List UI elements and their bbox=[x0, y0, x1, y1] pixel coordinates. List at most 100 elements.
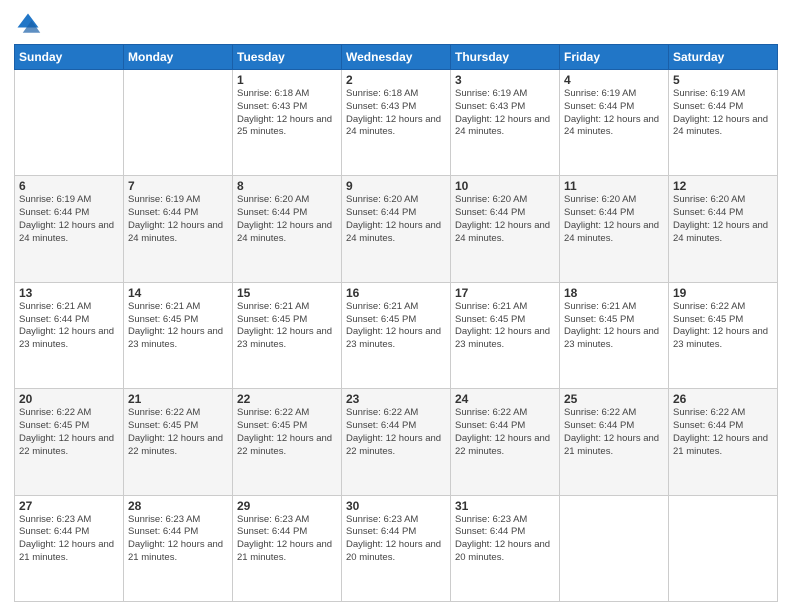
day-number: 27 bbox=[19, 499, 119, 513]
weekday-header-saturday: Saturday bbox=[669, 45, 778, 70]
day-number: 2 bbox=[346, 73, 446, 87]
day-number: 23 bbox=[346, 392, 446, 406]
weekday-header-thursday: Thursday bbox=[451, 45, 560, 70]
day-number: 22 bbox=[237, 392, 337, 406]
day-info: Sunrise: 6:20 AM Sunset: 6:44 PM Dayligh… bbox=[673, 194, 773, 245]
day-info: Sunrise: 6:18 AM Sunset: 6:43 PM Dayligh… bbox=[237, 88, 337, 139]
day-cell bbox=[15, 70, 124, 176]
day-number: 20 bbox=[19, 392, 119, 406]
day-info: Sunrise: 6:23 AM Sunset: 6:44 PM Dayligh… bbox=[19, 514, 119, 565]
day-cell: 27Sunrise: 6:23 AM Sunset: 6:44 PM Dayli… bbox=[15, 495, 124, 601]
week-row-4: 20Sunrise: 6:22 AM Sunset: 6:45 PM Dayli… bbox=[15, 389, 778, 495]
calendar-body: 1Sunrise: 6:18 AM Sunset: 6:43 PM Daylig… bbox=[15, 70, 778, 602]
page: SundayMondayTuesdayWednesdayThursdayFrid… bbox=[0, 0, 792, 612]
day-number: 17 bbox=[455, 286, 555, 300]
day-number: 21 bbox=[128, 392, 228, 406]
day-number: 14 bbox=[128, 286, 228, 300]
day-cell: 17Sunrise: 6:21 AM Sunset: 6:45 PM Dayli… bbox=[451, 282, 560, 388]
day-cell: 29Sunrise: 6:23 AM Sunset: 6:44 PM Dayli… bbox=[233, 495, 342, 601]
day-cell: 4Sunrise: 6:19 AM Sunset: 6:44 PM Daylig… bbox=[560, 70, 669, 176]
day-number: 19 bbox=[673, 286, 773, 300]
day-cell: 25Sunrise: 6:22 AM Sunset: 6:44 PM Dayli… bbox=[560, 389, 669, 495]
day-number: 7 bbox=[128, 179, 228, 193]
day-info: Sunrise: 6:22 AM Sunset: 6:44 PM Dayligh… bbox=[564, 407, 664, 458]
day-number: 8 bbox=[237, 179, 337, 193]
day-info: Sunrise: 6:19 AM Sunset: 6:44 PM Dayligh… bbox=[673, 88, 773, 139]
day-number: 30 bbox=[346, 499, 446, 513]
day-info: Sunrise: 6:22 AM Sunset: 6:45 PM Dayligh… bbox=[237, 407, 337, 458]
day-info: Sunrise: 6:23 AM Sunset: 6:44 PM Dayligh… bbox=[346, 514, 446, 565]
day-info: Sunrise: 6:23 AM Sunset: 6:44 PM Dayligh… bbox=[455, 514, 555, 565]
weekday-header-monday: Monday bbox=[124, 45, 233, 70]
day-info: Sunrise: 6:21 AM Sunset: 6:45 PM Dayligh… bbox=[128, 301, 228, 352]
day-cell: 31Sunrise: 6:23 AM Sunset: 6:44 PM Dayli… bbox=[451, 495, 560, 601]
day-info: Sunrise: 6:19 AM Sunset: 6:44 PM Dayligh… bbox=[128, 194, 228, 245]
day-cell bbox=[560, 495, 669, 601]
day-number: 12 bbox=[673, 179, 773, 193]
day-cell: 22Sunrise: 6:22 AM Sunset: 6:45 PM Dayli… bbox=[233, 389, 342, 495]
day-cell: 16Sunrise: 6:21 AM Sunset: 6:45 PM Dayli… bbox=[342, 282, 451, 388]
day-cell: 10Sunrise: 6:20 AM Sunset: 6:44 PM Dayli… bbox=[451, 176, 560, 282]
day-info: Sunrise: 6:19 AM Sunset: 6:43 PM Dayligh… bbox=[455, 88, 555, 139]
day-cell: 28Sunrise: 6:23 AM Sunset: 6:44 PM Dayli… bbox=[124, 495, 233, 601]
day-info: Sunrise: 6:21 AM Sunset: 6:45 PM Dayligh… bbox=[455, 301, 555, 352]
day-number: 18 bbox=[564, 286, 664, 300]
day-number: 10 bbox=[455, 179, 555, 193]
day-info: Sunrise: 6:22 AM Sunset: 6:45 PM Dayligh… bbox=[128, 407, 228, 458]
day-info: Sunrise: 6:21 AM Sunset: 6:45 PM Dayligh… bbox=[346, 301, 446, 352]
day-number: 31 bbox=[455, 499, 555, 513]
day-info: Sunrise: 6:21 AM Sunset: 6:45 PM Dayligh… bbox=[564, 301, 664, 352]
day-number: 29 bbox=[237, 499, 337, 513]
day-info: Sunrise: 6:23 AM Sunset: 6:44 PM Dayligh… bbox=[128, 514, 228, 565]
day-info: Sunrise: 6:20 AM Sunset: 6:44 PM Dayligh… bbox=[564, 194, 664, 245]
day-cell: 9Sunrise: 6:20 AM Sunset: 6:44 PM Daylig… bbox=[342, 176, 451, 282]
weekday-header-tuesday: Tuesday bbox=[233, 45, 342, 70]
day-number: 16 bbox=[346, 286, 446, 300]
day-cell: 8Sunrise: 6:20 AM Sunset: 6:44 PM Daylig… bbox=[233, 176, 342, 282]
day-cell: 3Sunrise: 6:19 AM Sunset: 6:43 PM Daylig… bbox=[451, 70, 560, 176]
calendar-table: SundayMondayTuesdayWednesdayThursdayFrid… bbox=[14, 44, 778, 602]
day-cell: 19Sunrise: 6:22 AM Sunset: 6:45 PM Dayli… bbox=[669, 282, 778, 388]
day-cell: 24Sunrise: 6:22 AM Sunset: 6:44 PM Dayli… bbox=[451, 389, 560, 495]
week-row-3: 13Sunrise: 6:21 AM Sunset: 6:44 PM Dayli… bbox=[15, 282, 778, 388]
day-info: Sunrise: 6:22 AM Sunset: 6:44 PM Dayligh… bbox=[673, 407, 773, 458]
day-info: Sunrise: 6:22 AM Sunset: 6:44 PM Dayligh… bbox=[455, 407, 555, 458]
week-row-1: 1Sunrise: 6:18 AM Sunset: 6:43 PM Daylig… bbox=[15, 70, 778, 176]
day-cell: 23Sunrise: 6:22 AM Sunset: 6:44 PM Dayli… bbox=[342, 389, 451, 495]
day-cell bbox=[669, 495, 778, 601]
day-info: Sunrise: 6:20 AM Sunset: 6:44 PM Dayligh… bbox=[455, 194, 555, 245]
day-number: 11 bbox=[564, 179, 664, 193]
week-row-5: 27Sunrise: 6:23 AM Sunset: 6:44 PM Dayli… bbox=[15, 495, 778, 601]
day-info: Sunrise: 6:21 AM Sunset: 6:44 PM Dayligh… bbox=[19, 301, 119, 352]
day-number: 3 bbox=[455, 73, 555, 87]
day-cell: 6Sunrise: 6:19 AM Sunset: 6:44 PM Daylig… bbox=[15, 176, 124, 282]
day-number: 9 bbox=[346, 179, 446, 193]
weekday-header-sunday: Sunday bbox=[15, 45, 124, 70]
day-cell: 1Sunrise: 6:18 AM Sunset: 6:43 PM Daylig… bbox=[233, 70, 342, 176]
day-number: 25 bbox=[564, 392, 664, 406]
day-info: Sunrise: 6:22 AM Sunset: 6:45 PM Dayligh… bbox=[19, 407, 119, 458]
logo-icon bbox=[14, 10, 42, 38]
day-info: Sunrise: 6:19 AM Sunset: 6:44 PM Dayligh… bbox=[564, 88, 664, 139]
weekday-row: SundayMondayTuesdayWednesdayThursdayFrid… bbox=[15, 45, 778, 70]
weekday-header-wednesday: Wednesday bbox=[342, 45, 451, 70]
day-info: Sunrise: 6:20 AM Sunset: 6:44 PM Dayligh… bbox=[237, 194, 337, 245]
day-info: Sunrise: 6:22 AM Sunset: 6:45 PM Dayligh… bbox=[673, 301, 773, 352]
logo bbox=[14, 10, 46, 38]
day-cell: 26Sunrise: 6:22 AM Sunset: 6:44 PM Dayli… bbox=[669, 389, 778, 495]
day-number: 13 bbox=[19, 286, 119, 300]
header bbox=[14, 10, 778, 38]
day-cell bbox=[124, 70, 233, 176]
day-cell: 30Sunrise: 6:23 AM Sunset: 6:44 PM Dayli… bbox=[342, 495, 451, 601]
day-info: Sunrise: 6:18 AM Sunset: 6:43 PM Dayligh… bbox=[346, 88, 446, 139]
day-cell: 20Sunrise: 6:22 AM Sunset: 6:45 PM Dayli… bbox=[15, 389, 124, 495]
day-info: Sunrise: 6:19 AM Sunset: 6:44 PM Dayligh… bbox=[19, 194, 119, 245]
day-cell: 18Sunrise: 6:21 AM Sunset: 6:45 PM Dayli… bbox=[560, 282, 669, 388]
week-row-2: 6Sunrise: 6:19 AM Sunset: 6:44 PM Daylig… bbox=[15, 176, 778, 282]
day-cell: 13Sunrise: 6:21 AM Sunset: 6:44 PM Dayli… bbox=[15, 282, 124, 388]
day-cell: 7Sunrise: 6:19 AM Sunset: 6:44 PM Daylig… bbox=[124, 176, 233, 282]
day-cell: 5Sunrise: 6:19 AM Sunset: 6:44 PM Daylig… bbox=[669, 70, 778, 176]
day-cell: 15Sunrise: 6:21 AM Sunset: 6:45 PM Dayli… bbox=[233, 282, 342, 388]
day-cell: 11Sunrise: 6:20 AM Sunset: 6:44 PM Dayli… bbox=[560, 176, 669, 282]
weekday-header-friday: Friday bbox=[560, 45, 669, 70]
